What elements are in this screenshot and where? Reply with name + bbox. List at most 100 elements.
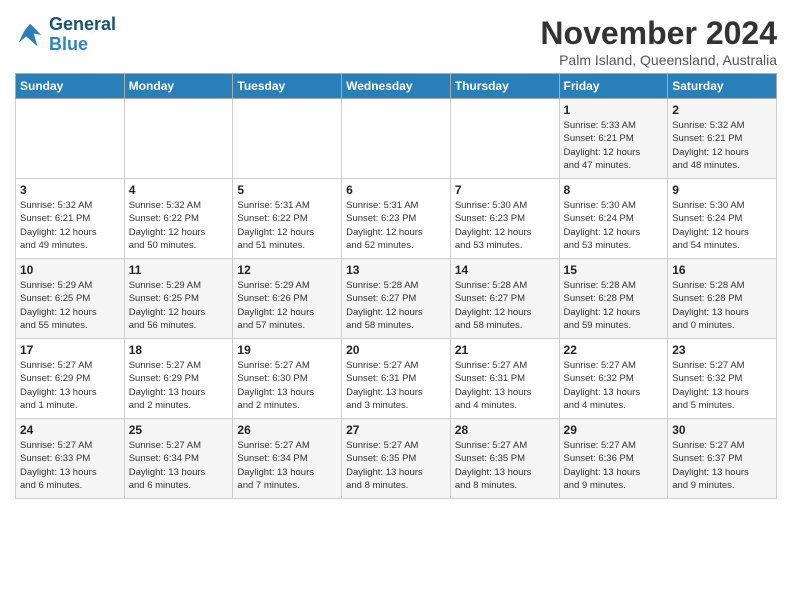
calendar-cell bbox=[342, 99, 451, 179]
day-number: 11 bbox=[129, 263, 229, 277]
day-number: 7 bbox=[455, 183, 555, 197]
day-info: Sunrise: 5:27 AM Sunset: 6:35 PM Dayligh… bbox=[455, 439, 555, 492]
calendar-cell: 30 Sunrise: 5:27 AM Sunset: 6:37 PM Dayli… bbox=[668, 419, 777, 499]
calendar-cell: 2 Sunrise: 5:32 AM Sunset: 6:21 PM Daylig… bbox=[668, 99, 777, 179]
day-info: Sunrise: 5:27 AM Sunset: 6:32 PM Dayligh… bbox=[564, 359, 664, 412]
day-info: Sunrise: 5:31 AM Sunset: 6:22 PM Dayligh… bbox=[237, 199, 337, 252]
day-number: 8 bbox=[564, 183, 664, 197]
day-info: Sunrise: 5:28 AM Sunset: 6:28 PM Dayligh… bbox=[672, 279, 772, 332]
day-info: Sunrise: 5:30 AM Sunset: 6:24 PM Dayligh… bbox=[672, 199, 772, 252]
calendar-cell: 27 Sunrise: 5:27 AM Sunset: 6:35 PM Dayli… bbox=[342, 419, 451, 499]
calendar-cell: 19 Sunrise: 5:27 AM Sunset: 6:30 PM Dayli… bbox=[233, 339, 342, 419]
day-info: Sunrise: 5:27 AM Sunset: 6:31 PM Dayligh… bbox=[455, 359, 555, 412]
calendar-cell: 13Sunrise: 5:28 AM Sunset: 6:27 PM Dayli… bbox=[342, 259, 451, 339]
day-info: Sunrise: 5:27 AM Sunset: 6:37 PM Dayligh… bbox=[672, 439, 772, 492]
day-number: 14 bbox=[455, 263, 555, 277]
col-header-sunday: Sunday bbox=[16, 74, 125, 99]
day-info: Sunrise: 5:27 AM Sunset: 6:34 PM Dayligh… bbox=[237, 439, 337, 492]
calendar-cell bbox=[16, 99, 125, 179]
calendar-cell bbox=[233, 99, 342, 179]
calendar-cell: 23 Sunrise: 5:27 AM Sunset: 6:32 PM Dayli… bbox=[668, 339, 777, 419]
day-number: 21 bbox=[455, 343, 555, 357]
calendar-cell: 17 Sunrise: 5:27 AM Sunset: 6:29 PM Dayli… bbox=[16, 339, 125, 419]
day-number: 13 bbox=[346, 263, 446, 277]
calendar-cell: 29 Sunrise: 5:27 AM Sunset: 6:36 PM Dayli… bbox=[559, 419, 668, 499]
day-info: Sunrise: 5:29 AM Sunset: 6:26 PM Dayligh… bbox=[237, 279, 337, 332]
day-info: Sunrise: 5:28 AM Sunset: 6:27 PM Dayligh… bbox=[455, 279, 555, 332]
day-number: 6 bbox=[346, 183, 446, 197]
day-info: Sunrise: 5:29 AM Sunset: 6:25 PM Dayligh… bbox=[129, 279, 229, 332]
page-header: General Blue November 2024 Palm Island, … bbox=[15, 15, 777, 68]
calendar-cell bbox=[450, 99, 559, 179]
day-info: Sunrise: 5:27 AM Sunset: 6:31 PM Dayligh… bbox=[346, 359, 446, 412]
day-number: 26 bbox=[237, 423, 337, 437]
day-number: 16 bbox=[672, 263, 772, 277]
calendar-cell: 1 Sunrise: 5:33 AM Sunset: 6:21 PM Daylig… bbox=[559, 99, 668, 179]
day-number: 24 bbox=[20, 423, 120, 437]
col-header-wednesday: Wednesday bbox=[342, 74, 451, 99]
calendar-cell: 15 Sunrise: 5:28 AM Sunset: 6:28 PM Dayli… bbox=[559, 259, 668, 339]
calendar-cell: 8 Sunrise: 5:30 AM Sunset: 6:24 PM Daylig… bbox=[559, 179, 668, 259]
day-info: Sunrise: 5:27 AM Sunset: 6:34 PM Dayligh… bbox=[129, 439, 229, 492]
day-info: Sunrise: 5:32 AM Sunset: 6:21 PM Dayligh… bbox=[672, 119, 772, 172]
calendar-cell: 7Sunrise: 5:30 AM Sunset: 6:23 PM Daylig… bbox=[450, 179, 559, 259]
day-number: 4 bbox=[129, 183, 229, 197]
calendar-cell: 12 Sunrise: 5:29 AM Sunset: 6:26 PM Dayli… bbox=[233, 259, 342, 339]
calendar-cell: 14 Sunrise: 5:28 AM Sunset: 6:27 PM Dayli… bbox=[450, 259, 559, 339]
day-info: Sunrise: 5:33 AM Sunset: 6:21 PM Dayligh… bbox=[564, 119, 664, 172]
calendar-cell: 18 Sunrise: 5:27 AM Sunset: 6:29 PM Dayli… bbox=[124, 339, 233, 419]
calendar-cell: 3 Sunrise: 5:32 AM Sunset: 6:21 PM Daylig… bbox=[16, 179, 125, 259]
calendar-cell: 4 Sunrise: 5:32 AM Sunset: 6:22 PM Daylig… bbox=[124, 179, 233, 259]
day-number: 2 bbox=[672, 103, 772, 117]
calendar-cell: 5 Sunrise: 5:31 AM Sunset: 6:22 PM Daylig… bbox=[233, 179, 342, 259]
logo: General Blue bbox=[15, 15, 116, 55]
day-number: 17 bbox=[20, 343, 120, 357]
day-info: Sunrise: 5:27 AM Sunset: 6:32 PM Dayligh… bbox=[672, 359, 772, 412]
day-number: 19 bbox=[237, 343, 337, 357]
day-number: 30 bbox=[672, 423, 772, 437]
day-number: 15 bbox=[564, 263, 664, 277]
day-number: 28 bbox=[455, 423, 555, 437]
day-number: 18 bbox=[129, 343, 229, 357]
calendar-cell: 21 Sunrise: 5:27 AM Sunset: 6:31 PM Dayli… bbox=[450, 339, 559, 419]
day-info: Sunrise: 5:27 AM Sunset: 6:35 PM Dayligh… bbox=[346, 439, 446, 492]
day-number: 22 bbox=[564, 343, 664, 357]
day-info: Sunrise: 5:27 AM Sunset: 6:36 PM Dayligh… bbox=[564, 439, 664, 492]
day-number: 12 bbox=[237, 263, 337, 277]
calendar-table: SundayMondayTuesdayWednesdayThursdayFrid… bbox=[15, 73, 777, 499]
day-info: Sunrise: 5:27 AM Sunset: 6:30 PM Dayligh… bbox=[237, 359, 337, 412]
col-header-friday: Friday bbox=[559, 74, 668, 99]
calendar-cell: 10Sunrise: 5:29 AM Sunset: 6:25 PM Dayli… bbox=[16, 259, 125, 339]
day-info: Sunrise: 5:32 AM Sunset: 6:22 PM Dayligh… bbox=[129, 199, 229, 252]
col-header-saturday: Saturday bbox=[668, 74, 777, 99]
calendar-cell: 25 Sunrise: 5:27 AM Sunset: 6:34 PM Dayli… bbox=[124, 419, 233, 499]
calendar-cell bbox=[124, 99, 233, 179]
day-number: 25 bbox=[129, 423, 229, 437]
calendar-cell: 24Sunrise: 5:27 AM Sunset: 6:33 PM Dayli… bbox=[16, 419, 125, 499]
location-title: Palm Island, Queensland, Australia bbox=[540, 52, 777, 68]
day-number: 9 bbox=[672, 183, 772, 197]
col-header-thursday: Thursday bbox=[450, 74, 559, 99]
day-info: Sunrise: 5:27 AM Sunset: 6:29 PM Dayligh… bbox=[20, 359, 120, 412]
day-number: 5 bbox=[237, 183, 337, 197]
title-block: November 2024 Palm Island, Queensland, A… bbox=[540, 15, 777, 68]
calendar-cell: 22 Sunrise: 5:27 AM Sunset: 6:32 PM Dayli… bbox=[559, 339, 668, 419]
day-number: 23 bbox=[672, 343, 772, 357]
day-info: Sunrise: 5:28 AM Sunset: 6:28 PM Dayligh… bbox=[564, 279, 664, 332]
day-info: Sunrise: 5:31 AM Sunset: 6:23 PM Dayligh… bbox=[346, 199, 446, 252]
day-info: Sunrise: 5:32 AM Sunset: 6:21 PM Dayligh… bbox=[20, 199, 120, 252]
day-number: 29 bbox=[564, 423, 664, 437]
logo-text: General Blue bbox=[49, 15, 116, 55]
col-header-monday: Monday bbox=[124, 74, 233, 99]
calendar-cell: 20Sunrise: 5:27 AM Sunset: 6:31 PM Dayli… bbox=[342, 339, 451, 419]
day-number: 3 bbox=[20, 183, 120, 197]
calendar-cell: 9 Sunrise: 5:30 AM Sunset: 6:24 PM Daylig… bbox=[668, 179, 777, 259]
col-header-tuesday: Tuesday bbox=[233, 74, 342, 99]
calendar-cell: 28 Sunrise: 5:27 AM Sunset: 6:35 PM Dayli… bbox=[450, 419, 559, 499]
day-number: 1 bbox=[564, 103, 664, 117]
day-number: 10 bbox=[20, 263, 120, 277]
day-number: 27 bbox=[346, 423, 446, 437]
day-info: Sunrise: 5:27 AM Sunset: 6:29 PM Dayligh… bbox=[129, 359, 229, 412]
calendar-cell: 16 Sunrise: 5:28 AM Sunset: 6:28 PM Dayli… bbox=[668, 259, 777, 339]
day-info: Sunrise: 5:30 AM Sunset: 6:24 PM Dayligh… bbox=[564, 199, 664, 252]
